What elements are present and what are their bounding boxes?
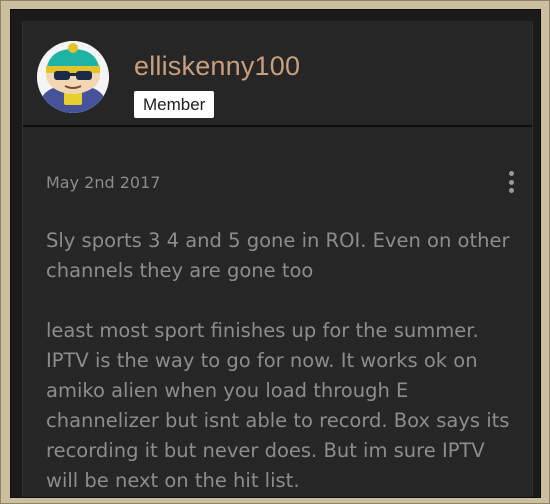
role-badge: Member (134, 91, 215, 118)
post-date: May 2nd 2017 (46, 173, 161, 192)
menu-dot (508, 188, 514, 193)
author-username[interactable]: elliskenny100 (134, 51, 300, 82)
post-paragraph: least most sport finishes up for the sum… (46, 319, 510, 492)
post-panel: elliskenny100 Member May 2nd 2017 Sly sp… (10, 9, 541, 498)
menu-dot (508, 179, 514, 185)
post-body: Sly sports 3 4 and 5 gone in ROI. Even o… (46, 226, 516, 497)
user-avatar[interactable] (37, 41, 109, 113)
post-paragraph: Sly sports 3 4 and 5 gone in ROI. Even o… (46, 229, 510, 282)
post-card: elliskenny100 Member May 2nd 2017 Sly sp… (22, 21, 533, 497)
vertical-ellipsis-icon[interactable] (503, 169, 519, 195)
menu-dot (508, 171, 514, 176)
page-frame: elliskenny100 Member May 2nd 2017 Sly sp… (0, 0, 550, 504)
cartman-avatar-icon (37, 41, 109, 113)
post-header: elliskenny100 Member (23, 21, 532, 127)
